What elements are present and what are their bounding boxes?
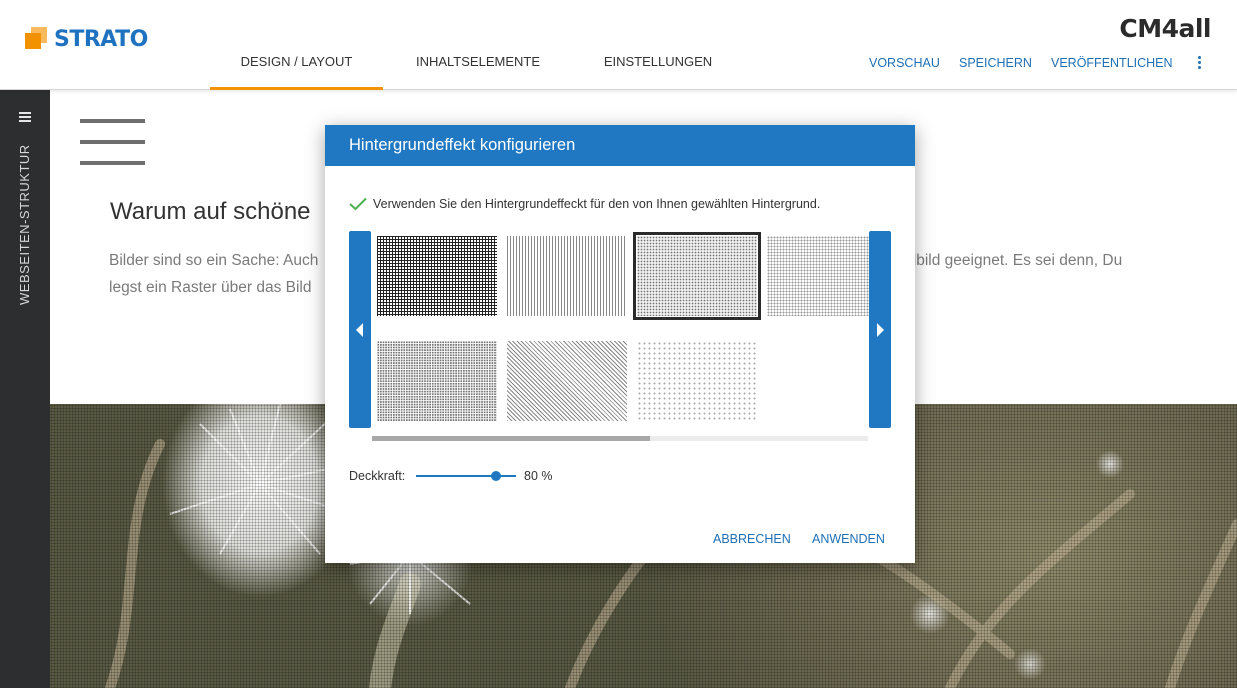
publish-button[interactable]: VERÖFFENTLICHEN bbox=[1051, 56, 1173, 70]
more-vertical-icon[interactable] bbox=[1193, 56, 1205, 72]
website-structure-toggle[interactable]: WEBSEITEN-STRUKTUR bbox=[17, 144, 32, 305]
opacity-slider-thumb[interactable] bbox=[491, 471, 501, 481]
opacity-control: Deckkraft: 80 % bbox=[349, 468, 649, 488]
page-heading: Warum auf schöne bbox=[110, 198, 311, 225]
cm4all-logo-text: CM4all bbox=[1119, 14, 1211, 43]
pattern-scrollbar[interactable] bbox=[372, 436, 868, 441]
pattern-dots-medium[interactable] bbox=[767, 236, 869, 316]
opacity-value: 80 % bbox=[524, 469, 553, 483]
strato-logo-mark bbox=[25, 27, 49, 51]
pattern-grid-dense[interactable] bbox=[377, 236, 497, 316]
opacity-label: Deckkraft: bbox=[349, 469, 406, 483]
use-effect-checkbox-label[interactable]: Verwenden Sie den Hintergrundeffeckt für… bbox=[373, 197, 820, 211]
pattern-fine-dots[interactable] bbox=[633, 232, 761, 320]
pattern-vertical-lines[interactable] bbox=[507, 236, 627, 316]
paragraph-line-1: Bilder sind so ein Sache: Auch bbox=[109, 252, 319, 269]
background-effect-dialog: Hintergrundeffekt konfigurieren Verwende… bbox=[325, 125, 915, 563]
strato-logo-text: STRATO bbox=[54, 26, 148, 52]
opacity-slider-track bbox=[416, 475, 516, 477]
apply-button[interactable]: ANWENDEN bbox=[812, 532, 885, 546]
previous-patterns-button[interactable] bbox=[349, 231, 371, 428]
pattern-dots-dense[interactable] bbox=[377, 341, 497, 421]
save-button[interactable]: SPEICHERN bbox=[959, 56, 1032, 70]
cm4all-logo: CM4all bbox=[1119, 14, 1211, 43]
use-effect-checkbox-row[interactable]: Verwenden Sie den Hintergrundeffeckt für… bbox=[349, 197, 820, 211]
chevron-right-icon bbox=[877, 323, 884, 337]
tab-settings[interactable]: EINSTELLUNGEN bbox=[573, 52, 743, 90]
pattern-gallery bbox=[371, 231, 869, 428]
top-bar: STRATO CM4all DESIGN / LAYOUT INHALTSELE… bbox=[0, 0, 1237, 90]
cancel-button[interactable]: ABBRECHEN bbox=[713, 532, 791, 546]
pattern-diagonal-lines[interactable] bbox=[507, 341, 627, 421]
strato-logo: STRATO bbox=[25, 26, 148, 52]
opacity-slider[interactable] bbox=[416, 468, 516, 484]
tab-content-elements[interactable]: INHALTSELEMENTE bbox=[393, 52, 563, 90]
paragraph-line-2: legst ein Raster über das Bild bbox=[109, 279, 312, 296]
pattern-dots-sparse[interactable] bbox=[637, 341, 757, 421]
pattern-scrollbar-thumb[interactable] bbox=[372, 436, 650, 441]
site-menu-icon[interactable] bbox=[80, 119, 145, 167]
checkmark-icon[interactable] bbox=[349, 197, 367, 211]
dialog-title: Hintergrundeffekt konfigurieren bbox=[325, 125, 915, 166]
chevron-left-icon bbox=[356, 323, 363, 337]
paragraph-line-1-end: ndbild geeignet. Es sei denn, Du bbox=[899, 252, 1123, 269]
preview-button[interactable]: VORSCHAU bbox=[869, 56, 940, 70]
tab-design-layout[interactable]: DESIGN / LAYOUT bbox=[210, 52, 383, 90]
menu-icon[interactable] bbox=[19, 112, 31, 122]
next-patterns-button[interactable] bbox=[869, 231, 891, 428]
